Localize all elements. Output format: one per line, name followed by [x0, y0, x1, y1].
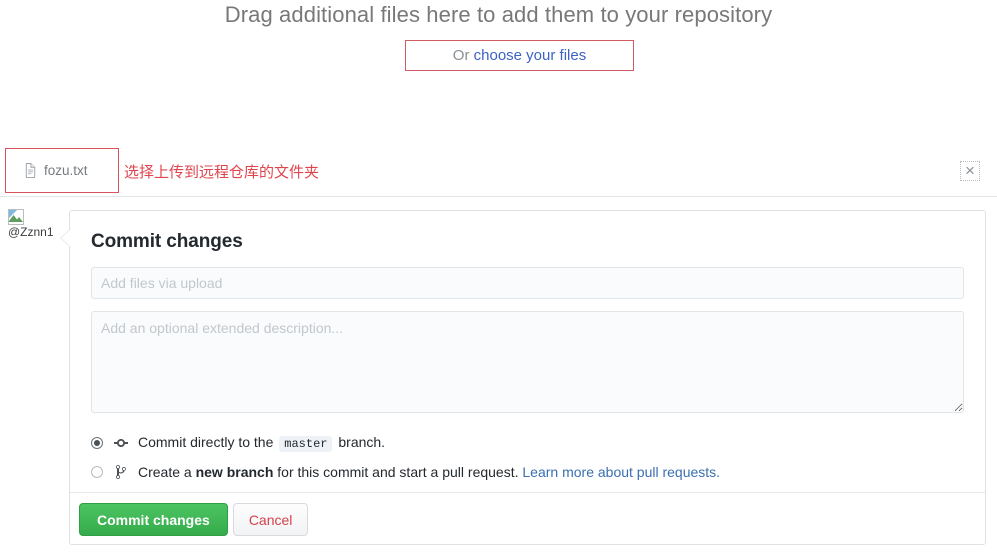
file-name: fozu.txt [44, 163, 88, 178]
commit-option-new-branch-label: Create a new branch for this commit and … [138, 464, 720, 480]
panel-divider [70, 492, 985, 493]
new-branch-text-after: for this commit and start a pull request… [273, 463, 523, 480]
commit-summary-input[interactable] [91, 267, 964, 299]
branch-name-badge: master [279, 435, 333, 452]
radio-commit-direct[interactable] [91, 436, 103, 449]
commit-option-direct-label: Commit directly to the master branch. [138, 434, 385, 452]
new-branch-text-before: Create a [138, 463, 192, 480]
commit-changes-button[interactable]: Commit changes [79, 503, 228, 536]
panel-notch-fill [61, 229, 71, 247]
avatar: @Zznn1 [8, 209, 60, 239]
annotation-text: 选择上传到远程仓库的文件夹 [124, 163, 320, 181]
pull-request-learn-more-link[interactable]: Learn more about pull requests. [522, 464, 720, 480]
new-branch-emphasis: new branch [195, 463, 274, 480]
commit-option-direct[interactable]: Commit directly to the master branch. [91, 432, 964, 453]
commit-changes-panel: Commit changes Commit directly to the ma… [60, 210, 986, 545]
git-branch-icon [116, 464, 126, 479]
choose-files-prefix: Or [452, 47, 474, 64]
file-icon [25, 163, 36, 178]
choose-files-box[interactable]: Or choose your files [405, 40, 634, 71]
page-title: Commit changes [91, 231, 243, 252]
uploaded-file-row: fozu.txt 选择上传到远程仓库的文件夹 × [0, 148, 997, 197]
dropzone-title: Drag additional files here to add them t… [224, 2, 773, 27]
avatar-alt-text: @Zznn1 [8, 225, 54, 239]
commit-description-textarea[interactable] [91, 311, 964, 413]
choose-files-link[interactable]: choose your files [474, 47, 587, 64]
file-chip[interactable]: fozu.txt [5, 148, 119, 193]
cancel-button[interactable]: Cancel [232, 503, 309, 536]
commit-option-new-branch[interactable]: Create a new branch for this commit and … [91, 461, 964, 482]
close-icon[interactable]: × [960, 161, 980, 181]
upload-dropzone[interactable]: Drag additional files here to add them t… [0, 0, 997, 145]
radio-create-new-branch[interactable] [91, 465, 103, 478]
broken-image-icon [8, 209, 24, 225]
commit-target-radio-group: Commit directly to the master branch. Cr… [91, 432, 964, 482]
git-commit-icon [114, 438, 128, 447]
commit-direct-text-before: Commit directly to the [138, 433, 274, 450]
panel-actions: Commit changes Cancel [79, 503, 309, 536]
commit-direct-text-after: branch. [338, 433, 386, 450]
